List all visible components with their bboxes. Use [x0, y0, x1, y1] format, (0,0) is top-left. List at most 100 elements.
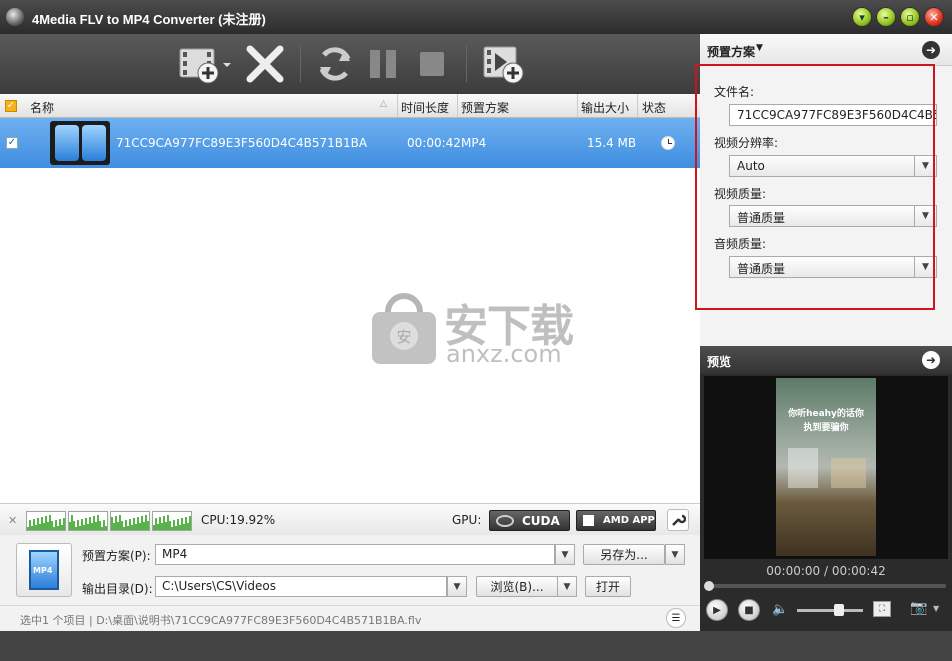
convert-button[interactable]: [312, 41, 358, 87]
pause-button[interactable]: [366, 41, 402, 87]
stop-button[interactable]: ■: [738, 599, 760, 621]
remove-button[interactable]: [244, 41, 286, 87]
close-graph-icon[interactable]: ✕: [8, 514, 17, 527]
cuda-label: CUDA: [522, 514, 560, 528]
seek-handle[interactable]: [704, 581, 714, 591]
sort-arrow-icon: △: [380, 99, 387, 109]
status-line: 选中1 个项目 | D:\桌面\说明书\71CC9CA977FC89E3F560…: [20, 614, 422, 627]
chevron-down-icon[interactable]: ▼: [756, 43, 763, 53]
help-menu-button[interactable]: ▾: [852, 7, 872, 27]
preview-title: 预览: [707, 355, 732, 369]
close-button[interactable]: ✕: [924, 7, 944, 27]
output-panel: MP4 预置方案(P): MP4 ▼ 另存为... ▼ 输出目录(D): C:\…: [0, 535, 700, 631]
preview-header: 预览 ➜: [700, 346, 952, 374]
cpu-graph: [68, 511, 108, 531]
svg-text:安: 安: [396, 328, 411, 346]
amd-app-button[interactable]: AMD APP: [576, 510, 656, 531]
file-output-size: 15.4 MB: [587, 136, 637, 150]
snapshot-button[interactable]: 📷: [910, 600, 927, 616]
column-output-size[interactable]: 输出大小: [581, 99, 629, 116]
watermark-bag-icon: 安: [372, 293, 436, 364]
save-as-button[interactable]: 另存为...: [583, 544, 665, 565]
app-logo-icon: [6, 8, 24, 26]
amd-label: AMD APP: [603, 515, 655, 526]
cpu-graph: [110, 511, 150, 531]
gpu-label: GPU:: [452, 513, 482, 527]
seek-bar[interactable]: [706, 584, 946, 588]
bottom-strip: [0, 631, 952, 661]
watermark: 安 安下载 anxz.com: [368, 290, 588, 370]
toolbar-separator: [466, 46, 467, 82]
save-as-dropdown-button[interactable]: ▼: [665, 544, 685, 565]
preview-panel: 预览 ➜ 你听heahy的话你 执到要骗你 00:00:00 / 00:00:4…: [700, 346, 952, 631]
table-row[interactable]: ✓ 71CC9CA977FC89E3F560D4C4B571B1BA 00:00…: [0, 118, 700, 168]
preset-field[interactable]: MP4: [155, 544, 555, 565]
volume-handle[interactable]: [833, 604, 844, 616]
log-button[interactable]: ☰: [666, 608, 686, 628]
collapse-settings-button[interactable]: ➜: [922, 41, 940, 59]
mp4-format-icon: MP4: [29, 550, 59, 590]
stop-button[interactable]: [414, 41, 450, 87]
select-all-checkbox[interactable]: ✓: [5, 100, 17, 112]
remove-icon: [246, 45, 284, 83]
add-video-icon: [179, 48, 231, 84]
play-button[interactable]: ▶: [706, 599, 728, 621]
fullscreen-button[interactable]: ⛶: [873, 601, 891, 617]
time-display: 00:00:00 / 00:00:42: [766, 564, 886, 578]
play-icon: ▶: [713, 604, 721, 616]
cuda-button[interactable]: CUDA: [489, 510, 570, 531]
cpu-graph: [26, 511, 66, 531]
output-dir-label: 输出目录(D):: [82, 582, 153, 596]
file-duration: 00:00:42: [407, 136, 461, 150]
column-preset[interactable]: 预置方案: [461, 99, 509, 116]
settings-title[interactable]: 预置方案: [707, 43, 755, 60]
maximize-button[interactable]: ▫: [900, 7, 920, 27]
add-segment-icon: [483, 46, 524, 84]
row-checkbox[interactable]: ✓: [6, 137, 18, 149]
stop-icon: [420, 52, 444, 76]
cpu-bar: ✕ CPU:19.92% GPU: CUDA AMD APP: [0, 503, 700, 535]
format-profile-button[interactable]: MP4: [16, 543, 72, 597]
snapshot-dropdown-icon[interactable]: ▼: [933, 604, 939, 613]
file-preset[interactable]: MP4: [461, 136, 486, 150]
browse-button[interactable]: 浏览(B)...: [476, 576, 558, 597]
column-duration[interactable]: 时间长度: [401, 99, 449, 116]
expand-preview-button[interactable]: ➜: [922, 351, 940, 369]
video-thumbnail: [50, 121, 110, 165]
status-clock-icon: [661, 136, 675, 150]
settings-button[interactable]: [667, 509, 689, 531]
amd-logo-icon: [583, 515, 594, 526]
convert-icon: [319, 47, 351, 81]
output-dir-dropdown-button[interactable]: ▼: [447, 576, 467, 597]
video-caption-1: 你听heahy的话你: [788, 409, 864, 419]
arrow-right-icon: ➜: [925, 43, 937, 57]
browse-dropdown-button[interactable]: ▼: [557, 576, 577, 597]
log-icon: ☰: [671, 612, 681, 624]
open-button[interactable]: 打开: [585, 576, 631, 597]
preset-dropdown-button[interactable]: ▼: [555, 544, 575, 565]
preset-label: 预置方案(P):: [82, 549, 151, 563]
toolbar-separator: [300, 46, 301, 82]
video-frame: 你听heahy的话你 执到要骗你: [776, 378, 876, 556]
wrench-icon: [672, 514, 686, 526]
minimize-button[interactable]: –: [876, 7, 896, 27]
column-name[interactable]: 名称: [30, 99, 54, 116]
stop-icon: ■: [744, 604, 754, 616]
pause-icon: [370, 50, 396, 78]
output-dir-field[interactable]: C:\Users\CS\Videos: [155, 576, 447, 597]
add-segment-button[interactable]: [480, 41, 528, 87]
volume-slider[interactable]: [797, 609, 863, 612]
fullscreen-icon: ⛶: [878, 604, 886, 614]
video-caption-2: 执到要骗你: [803, 423, 849, 433]
main-toolbar: [0, 34, 700, 94]
add-video-button[interactable]: [178, 41, 234, 87]
window-title: 4Media FLV to MP4 Converter (未注册): [32, 12, 266, 27]
column-status[interactable]: 状态: [642, 99, 666, 116]
format-badge: MP4: [33, 566, 53, 575]
file-name: 71CC9CA977FC89E3F560D4C4B571B1BA: [116, 136, 368, 150]
title-bar: 4Media FLV to MP4 Converter (未注册) ▾ – ▫ …: [0, 0, 952, 34]
camera-icon: 📷: [910, 600, 928, 616]
file-list-header: ✓ 名称 △ 时间长度 预置方案 输出大小 状态: [0, 94, 700, 118]
arrow-right-icon: ➜: [925, 353, 937, 367]
volume-icon[interactable]: 🔈: [772, 602, 788, 617]
